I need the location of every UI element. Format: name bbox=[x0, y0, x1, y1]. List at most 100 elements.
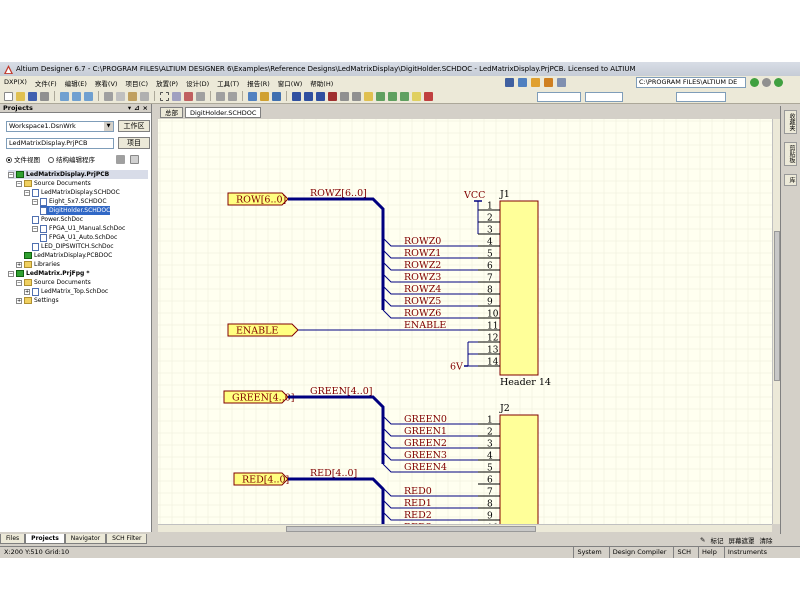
place-vcc-icon[interactable] bbox=[352, 91, 361, 101]
tree-item[interactable]: − LedMatrix.PrjFpg * bbox=[8, 269, 90, 278]
wire-tool-icon[interactable] bbox=[518, 78, 527, 87]
dock-tab[interactable]: 收藏夹 bbox=[784, 110, 797, 134]
place-part-icon[interactable] bbox=[364, 91, 373, 101]
schematic-canvas[interactable]: J1 1 2 3 4 5 6 7 8 9 10 11 12 13 14 Header 14 VCC 6V ROW[6… bbox=[158, 119, 772, 524]
toolbar-combo-1[interactable] bbox=[537, 92, 581, 102]
tree-item[interactable]: − FPGA_U1_Manual.SchDoc bbox=[32, 224, 125, 233]
tree-item[interactable]: − Source Documents bbox=[16, 278, 91, 287]
zoom-fit-icon[interactable] bbox=[60, 91, 69, 101]
clear-filter-icon[interactable] bbox=[196, 91, 205, 101]
vertical-scrollbar[interactable] bbox=[772, 119, 780, 524]
document-tab[interactable]: 总部 bbox=[160, 107, 183, 118]
horizontal-scrollbar[interactable] bbox=[158, 524, 772, 532]
lower-right-item[interactable]: 清除 bbox=[759, 535, 772, 545]
panel-tab[interactable]: Projects bbox=[25, 534, 65, 544]
menu-item[interactable]: 察看(V) bbox=[91, 78, 122, 88]
copy-icon[interactable] bbox=[116, 91, 125, 101]
nav-forward-icon[interactable] bbox=[750, 78, 759, 87]
place-device-sheet-icon[interactable] bbox=[400, 91, 409, 101]
panel-tab[interactable]: Navigator bbox=[64, 534, 107, 544]
tree-expander-icon[interactable]: − bbox=[16, 279, 22, 286]
tree-expander-icon[interactable]: + bbox=[16, 261, 22, 268]
place-bus-entry-icon[interactable] bbox=[316, 91, 325, 101]
place-bus-icon[interactable] bbox=[304, 91, 313, 101]
tree-expander-icon[interactable]: − bbox=[32, 225, 38, 232]
status-panel-button[interactable]: Design Compiler bbox=[608, 547, 670, 558]
panel-pin-icon[interactable]: ⊿ bbox=[134, 104, 139, 112]
save-icon[interactable] bbox=[28, 91, 37, 101]
nav-home-icon[interactable] bbox=[774, 78, 783, 87]
browse-library-icon[interactable] bbox=[272, 91, 281, 101]
menu-item[interactable]: 窗口(W) bbox=[274, 78, 307, 88]
tree-item[interactable]: + Libraries bbox=[16, 260, 60, 269]
radio-structure-editor[interactable]: 结构编辑程序 bbox=[48, 154, 95, 164]
arrow-tool-icon[interactable] bbox=[544, 78, 553, 87]
select-area-icon[interactable] bbox=[160, 91, 169, 101]
horizontal-scroll-thumb[interactable] bbox=[286, 526, 536, 532]
menu-item[interactable]: 文件(F) bbox=[31, 78, 61, 88]
route-tool-icon[interactable] bbox=[505, 78, 514, 87]
project-field[interactable]: LedMatrixDisplay.PrjPCB bbox=[6, 137, 114, 149]
tree-expander-icon[interactable]: − bbox=[32, 198, 38, 205]
dock-tab[interactable]: 库 bbox=[784, 174, 797, 186]
tree-item[interactable]: − Source Documents bbox=[16, 179, 91, 188]
paste-icon[interactable] bbox=[128, 91, 137, 101]
tree-expander-icon[interactable]: − bbox=[8, 171, 14, 178]
toolbar-combo-3[interactable] bbox=[676, 92, 726, 102]
dock-tab[interactable]: 剪贴板 bbox=[784, 142, 797, 166]
redo-icon[interactable] bbox=[228, 91, 237, 101]
tree-expander-icon[interactable]: + bbox=[16, 297, 22, 304]
rubber-stamp-icon[interactable] bbox=[140, 91, 149, 101]
document-tab[interactable]: DigitHolder.SCHDOC bbox=[185, 107, 262, 118]
lower-right-item[interactable]: 标记 bbox=[710, 535, 723, 545]
tree-expander-icon[interactable]: + bbox=[24, 288, 30, 295]
place-net-label-icon[interactable] bbox=[328, 91, 337, 101]
menu-item[interactable]: DXP(X) bbox=[0, 78, 31, 88]
panel-tab[interactable]: Files bbox=[0, 534, 26, 544]
print-icon[interactable] bbox=[40, 91, 49, 101]
cut-icon[interactable] bbox=[104, 91, 113, 101]
tree-expander-icon[interactable]: − bbox=[16, 180, 22, 187]
workspace-select[interactable]: Workspace1.DsnWrk ▼ bbox=[6, 120, 114, 132]
status-panel-button[interactable]: System bbox=[573, 547, 604, 558]
zoom-area-icon[interactable] bbox=[72, 91, 81, 101]
tree-expander-icon[interactable]: − bbox=[8, 270, 14, 277]
tree-item[interactable]: LedMatrixDisplay.PCBDOC bbox=[24, 251, 112, 260]
menu-item[interactable]: 项目(C) bbox=[121, 78, 152, 88]
deselect-icon[interactable] bbox=[184, 91, 193, 101]
lower-right-item[interactable]: 屏幕遮罩 bbox=[728, 535, 754, 545]
tree-item[interactable]: − Eight_5x7.SCHDOC bbox=[32, 197, 107, 206]
panel-menu-icon[interactable]: ▾ bbox=[128, 104, 131, 112]
no-erc-icon[interactable] bbox=[424, 91, 433, 101]
place-wire-icon[interactable] bbox=[292, 91, 301, 101]
open-icon[interactable] bbox=[16, 91, 25, 101]
view-tool-icon[interactable] bbox=[557, 78, 566, 87]
close-icon[interactable]: × bbox=[143, 104, 148, 112]
status-panel-button[interactable]: Help bbox=[698, 547, 720, 558]
tree-item[interactable]: LED_DIPSWITCH.SchDoc bbox=[32, 242, 114, 251]
new-icon[interactable] bbox=[4, 91, 13, 101]
place-gnd-icon[interactable] bbox=[340, 91, 349, 101]
pen-icon[interactable]: ✎ bbox=[700, 536, 705, 544]
nav-back-icon[interactable] bbox=[762, 78, 771, 87]
move-icon[interactable] bbox=[172, 91, 181, 101]
status-panel-button[interactable]: SCH bbox=[673, 547, 694, 558]
status-panel-button[interactable]: Instruments bbox=[723, 547, 770, 558]
hierarchy-icon[interactable] bbox=[248, 91, 257, 101]
tree-item[interactable]: + LedMatrix_Top.SchDoc bbox=[24, 287, 108, 296]
menu-item[interactable]: 编辑(E) bbox=[61, 78, 91, 88]
undo-icon[interactable] bbox=[216, 91, 225, 101]
tree-item[interactable]: + Settings bbox=[16, 296, 59, 305]
project-button[interactable]: 项目 bbox=[118, 137, 150, 149]
tree-item[interactable]: Power.SchDoc bbox=[32, 215, 83, 224]
place-sheet-icon[interactable] bbox=[376, 91, 385, 101]
workspace-button[interactable]: 工作区 bbox=[118, 120, 150, 132]
menu-item[interactable]: 帮助(H) bbox=[306, 78, 337, 88]
tree-expander-icon[interactable]: − bbox=[24, 189, 30, 196]
toolbar-combo-2[interactable] bbox=[585, 92, 623, 102]
tree-item[interactable]: DigitHolder.SCHDOC bbox=[40, 206, 111, 215]
path-combo[interactable]: C:\PROGRAM FILES\ALTIUM DE bbox=[636, 77, 746, 88]
menu-item[interactable]: 放置(P) bbox=[152, 78, 182, 88]
tree-item[interactable]: FPGA_U1_Auto.SchDoc bbox=[40, 233, 117, 242]
tree-item[interactable]: − LedMatrixDisplay.SCHDOC bbox=[24, 188, 120, 197]
